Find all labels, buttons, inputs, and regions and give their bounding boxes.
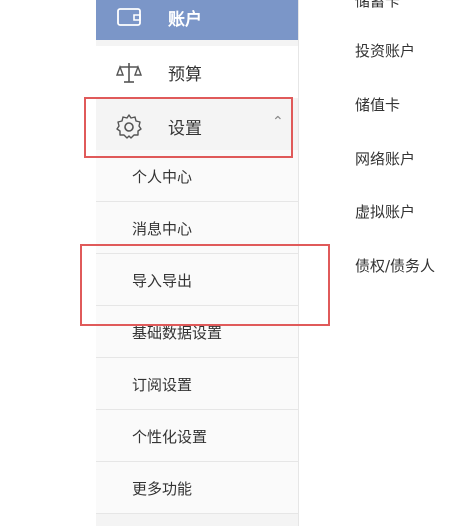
sidebar-item-budget[interactable]: 预算 (96, 46, 298, 98)
account-type-item[interactable]: 虚拟账户 (355, 201, 415, 222)
submenu-item-more-features[interactable]: 更多功能 (96, 462, 298, 514)
scale-icon (114, 58, 144, 88)
sidebar-item-label: 预算 (168, 64, 202, 85)
account-type-item[interactable]: 网络账户 (355, 148, 415, 169)
account-type-item[interactable]: 储值卡 (355, 94, 400, 115)
account-type-item[interactable]: 投资账户 (355, 40, 415, 61)
highlight-box-settings (84, 97, 293, 158)
submenu-item-label: 订阅设置 (132, 376, 193, 394)
submenu-item-label: 消息中心 (132, 220, 193, 238)
sidebar-item-account[interactable]: 账户 (96, 0, 298, 40)
submenu-item-label: 个性化设置 (132, 428, 208, 446)
submenu-item-label: 个人中心 (132, 168, 193, 186)
account-type-item[interactable]: 债权/债务人 (355, 255, 435, 276)
account-type-item[interactable]: 储蓄卡 (355, 0, 400, 11)
submenu-item-personalization-settings[interactable]: 个性化设置 (96, 410, 298, 462)
submenu-item-label: 更多功能 (132, 480, 193, 498)
submenu-item-subscription-settings[interactable]: 订阅设置 (96, 358, 298, 410)
highlight-box-import-export (80, 244, 330, 326)
sidebar-item-label: 账户 (168, 9, 202, 30)
wallet-icon (114, 2, 144, 32)
